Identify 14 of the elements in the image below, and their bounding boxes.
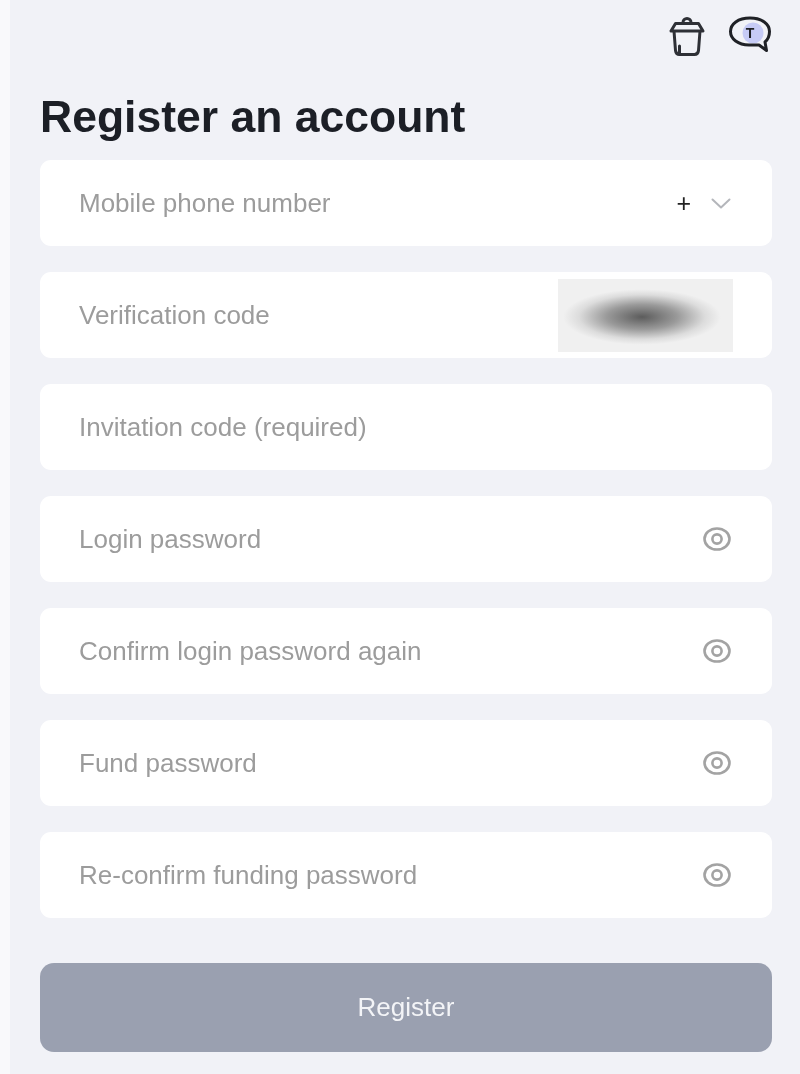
eye-icon[interactable] [703, 861, 731, 889]
password-field[interactable]: Re-confirm funding password [40, 832, 772, 918]
password-field[interactable]: Confirm login password again [40, 608, 772, 694]
input-field[interactable]: Invitation code (required) [40, 384, 772, 470]
eye-icon[interactable] [703, 749, 731, 777]
password-field[interactable]: Login password [40, 496, 772, 582]
country-code-prefix[interactable]: + [676, 188, 691, 218]
password-field[interactable]: Fund password [40, 720, 772, 806]
chat-icon[interactable]: T [728, 15, 772, 53]
chevron-down-icon[interactable] [711, 197, 731, 209]
page-title: Register an account [40, 91, 467, 142]
eye-icon[interactable] [703, 525, 731, 553]
captcha-image[interactable] [558, 278, 733, 352]
eye-icon[interactable] [703, 637, 731, 665]
